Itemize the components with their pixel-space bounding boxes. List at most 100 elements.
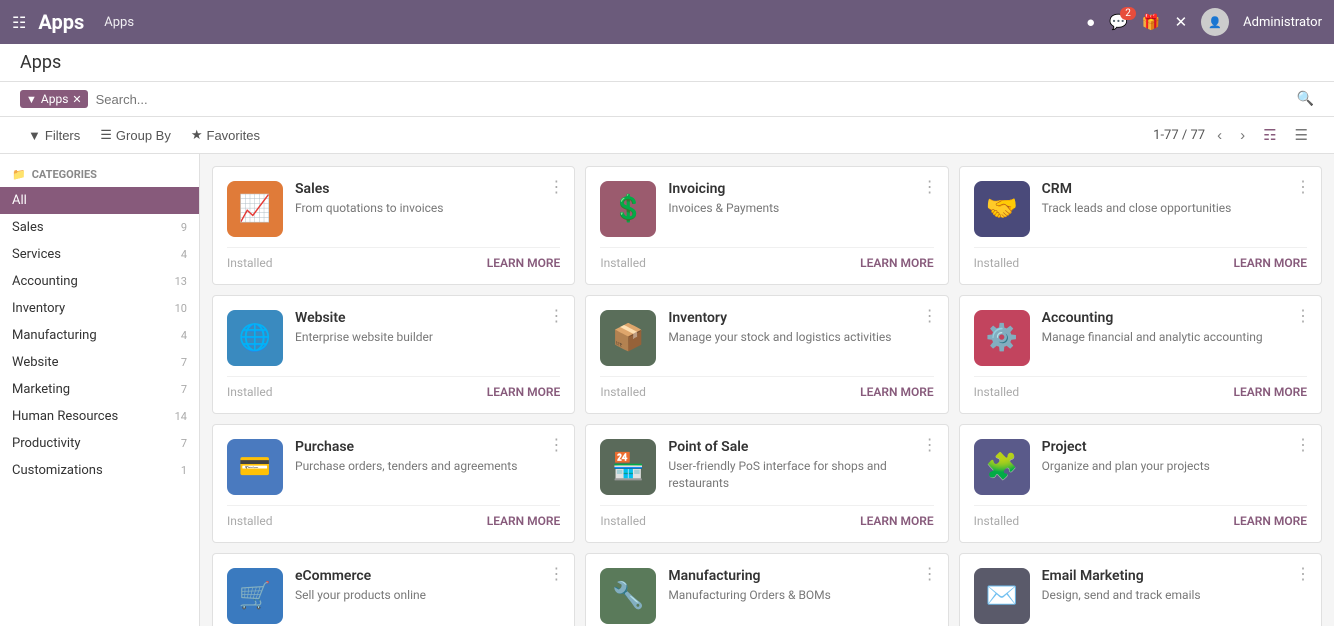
app-card-footer: Installed LEARN MORE bbox=[227, 505, 560, 528]
sidebar: 📁 CATEGORIES All Sales 9 Services 4 Acco… bbox=[0, 154, 200, 626]
sidebar-item-website[interactable]: Website 7 bbox=[0, 349, 199, 376]
app-name: Website bbox=[295, 310, 560, 326]
main-layout: 📁 CATEGORIES All Sales 9 Services 4 Acco… bbox=[0, 154, 1334, 626]
app-card-sales: ⋮ 📈 Sales From quotations to invoices In… bbox=[212, 166, 575, 285]
app-learn-more-link[interactable]: LEARN MORE bbox=[487, 256, 561, 270]
apps-nav-link[interactable]: Apps bbox=[104, 15, 134, 30]
topnav-right: ● 💬 2 🎁 ✕ 👤 Administrator bbox=[1086, 8, 1322, 36]
app-card-purchase: ⋮ 💳 Purchase Purchase orders, tenders an… bbox=[212, 424, 575, 543]
prev-page-button[interactable]: ‹ bbox=[1211, 124, 1228, 147]
gift-icon[interactable]: 🎁 bbox=[1142, 13, 1161, 31]
app-icon: 🌐 bbox=[227, 310, 283, 366]
filter-icon: ▼ bbox=[28, 128, 41, 143]
app-status: Installed bbox=[974, 385, 1020, 399]
app-learn-more-link[interactable]: LEARN MORE bbox=[1233, 256, 1307, 270]
app-card-top: 🛒 eCommerce Sell your products online bbox=[227, 568, 560, 624]
app-card-more-icon[interactable]: ⋮ bbox=[548, 177, 564, 196]
app-card-more-icon[interactable]: ⋮ bbox=[1295, 564, 1311, 583]
app-desc: Invoices & Payments bbox=[668, 200, 933, 217]
clock-icon[interactable]: ● bbox=[1086, 13, 1095, 31]
sidebar-item-manufacturing[interactable]: Manufacturing 4 bbox=[0, 322, 199, 349]
app-card-footer: Installed LEARN MORE bbox=[227, 376, 560, 399]
sidebar-item-label: Services bbox=[12, 247, 61, 262]
sidebar-item-sales[interactable]: Sales 9 bbox=[0, 214, 199, 241]
sidebar-item-label: Website bbox=[12, 355, 59, 370]
app-learn-more-link[interactable]: LEARN MORE bbox=[860, 514, 934, 528]
app-card-footer: Installed LEARN MORE bbox=[227, 247, 560, 270]
sidebar-item-count: 7 bbox=[181, 437, 187, 450]
app-card-more-icon[interactable]: ⋮ bbox=[548, 306, 564, 325]
app-desc: Manage financial and analytic accounting bbox=[1042, 329, 1307, 346]
app-card-more-icon[interactable]: ⋮ bbox=[1295, 306, 1311, 325]
app-learn-more-link[interactable]: LEARN MORE bbox=[487, 385, 561, 399]
app-learn-more-link[interactable]: LEARN MORE bbox=[860, 385, 934, 399]
sidebar-item-customizations[interactable]: Customizations 1 bbox=[0, 457, 199, 484]
app-card-footer: Installed LEARN MORE bbox=[600, 376, 933, 399]
app-card-ecommerce: ⋮ 🛒 eCommerce Sell your products online … bbox=[212, 553, 575, 626]
app-info: Project Organize and plan your projects bbox=[1042, 439, 1307, 475]
chat-icon[interactable]: 💬 2 bbox=[1109, 13, 1128, 31]
app-icon: 🔧 bbox=[600, 568, 656, 624]
app-learn-more-link[interactable]: LEARN MORE bbox=[1233, 514, 1307, 528]
search-tag-close-icon[interactable]: ✕ bbox=[72, 93, 81, 106]
app-card-point-of-sale: ⋮ 🏪 Point of Sale User-friendly PoS inte… bbox=[585, 424, 948, 543]
app-desc: From quotations to invoices bbox=[295, 200, 560, 217]
close-icon[interactable]: ✕ bbox=[1175, 13, 1188, 31]
app-desc: Design, send and track emails bbox=[1042, 587, 1307, 604]
app-desc: Manufacturing Orders & BOMs bbox=[668, 587, 933, 604]
app-desc: User-friendly PoS interface for shops an… bbox=[668, 458, 933, 492]
list-view-button[interactable]: ☰ bbox=[1289, 123, 1314, 147]
sidebar-item-marketing[interactable]: Marketing 7 bbox=[0, 376, 199, 403]
app-learn-more-link[interactable]: LEARN MORE bbox=[1233, 385, 1307, 399]
sidebar-item-productivity[interactable]: Productivity 7 bbox=[0, 430, 199, 457]
app-icon: ⚙️ bbox=[974, 310, 1030, 366]
filter-icon: ▼ bbox=[26, 93, 37, 106]
app-learn-more-link[interactable]: LEARN MORE bbox=[860, 256, 934, 270]
app-card-more-icon[interactable]: ⋮ bbox=[922, 177, 938, 196]
app-icon: 🏪 bbox=[600, 439, 656, 495]
app-card-more-icon[interactable]: ⋮ bbox=[548, 435, 564, 454]
next-page-button[interactable]: › bbox=[1234, 124, 1251, 147]
group-by-button[interactable]: ☰ Group By bbox=[92, 123, 179, 147]
app-card-more-icon[interactable]: ⋮ bbox=[922, 564, 938, 583]
grid-icon[interactable]: ☷ bbox=[12, 13, 26, 32]
app-info: Sales From quotations to invoices bbox=[295, 181, 560, 217]
app-info: Website Enterprise website builder bbox=[295, 310, 560, 346]
app-card-more-icon[interactable]: ⋮ bbox=[1295, 435, 1311, 454]
app-status: Installed bbox=[227, 385, 273, 399]
app-card-footer: Installed LEARN MORE bbox=[974, 376, 1307, 399]
app-info: Inventory Manage your stock and logistic… bbox=[668, 310, 933, 346]
sidebar-header: 📁 CATEGORIES bbox=[0, 162, 199, 187]
app-info: Point of Sale User-friendly PoS interfac… bbox=[668, 439, 933, 492]
sidebar-item-services[interactable]: Services 4 bbox=[0, 241, 199, 268]
app-status: Installed bbox=[227, 514, 273, 528]
sidebar-item-human-resources[interactable]: Human Resources 14 bbox=[0, 403, 199, 430]
filters-button[interactable]: ▼ Filters bbox=[20, 124, 88, 147]
sidebar-item-accounting[interactable]: Accounting 13 bbox=[0, 268, 199, 295]
app-desc: Organize and plan your projects bbox=[1042, 458, 1307, 475]
sidebar-item-count: 9 bbox=[181, 221, 187, 234]
app-learn-more-link[interactable]: LEARN MORE bbox=[487, 514, 561, 528]
app-name: Sales bbox=[295, 181, 560, 197]
app-status: Installed bbox=[600, 256, 646, 270]
app-card-accounting: ⋮ ⚙️ Accounting Manage financial and ana… bbox=[959, 295, 1322, 414]
page-title: Apps bbox=[20, 52, 61, 73]
app-card-more-icon[interactable]: ⋮ bbox=[922, 435, 938, 454]
app-card-more-icon[interactable]: ⋮ bbox=[1295, 177, 1311, 196]
app-card-more-icon[interactable]: ⋮ bbox=[922, 306, 938, 325]
app-card-footer: Installed LEARN MORE bbox=[600, 505, 933, 528]
sidebar-item-all[interactable]: All bbox=[0, 187, 199, 214]
app-card-more-icon[interactable]: ⋮ bbox=[548, 564, 564, 583]
search-icon[interactable]: 🔍 bbox=[1297, 91, 1314, 107]
search-tag[interactable]: ▼ Apps ✕ bbox=[20, 90, 88, 108]
sidebar-item-label: Productivity bbox=[12, 436, 80, 451]
sidebar-item-inventory[interactable]: Inventory 10 bbox=[0, 295, 199, 322]
username[interactable]: Administrator bbox=[1243, 15, 1322, 30]
app-grid: ⋮ 📈 Sales From quotations to invoices In… bbox=[212, 166, 1322, 626]
avatar[interactable]: 👤 bbox=[1201, 8, 1229, 36]
sidebar-header-label: CATEGORIES bbox=[32, 168, 97, 181]
favorites-button[interactable]: ★ Favorites bbox=[183, 123, 268, 147]
search-input[interactable] bbox=[96, 92, 1289, 107]
grid-view-button[interactable]: ☶ bbox=[1257, 123, 1282, 147]
app-desc: Purchase orders, tenders and agreements bbox=[295, 458, 560, 475]
